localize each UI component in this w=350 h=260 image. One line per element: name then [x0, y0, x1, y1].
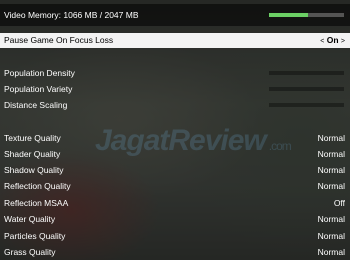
setting-texture-quality[interactable]: Texture Quality Normal — [0, 130, 350, 146]
setting-reflection-msaa[interactable]: Reflection MSAA Off — [0, 195, 350, 211]
setting-reflection-quality[interactable]: Reflection Quality Normal — [0, 178, 350, 194]
setting-value: Normal — [317, 231, 345, 241]
video-memory-meter — [269, 13, 344, 17]
setting-label: Distance Scaling — [4, 100, 68, 110]
video-memory-meter-fill — [269, 13, 309, 17]
setting-value-selector[interactable]: < On > — [320, 33, 345, 49]
arrow-right-icon[interactable]: > — [341, 38, 345, 45]
setting-label: Grass Quality — [4, 247, 56, 257]
setting-population-variety[interactable]: Population Variety — [0, 81, 350, 97]
setting-grass-quality[interactable]: Grass Quality Normal — [0, 244, 350, 260]
setting-label: Particles Quality — [4, 231, 66, 241]
setting-value: Normal — [317, 165, 345, 175]
video-memory-label: Video Memory: 1066 MB / 2047 MB — [4, 10, 139, 20]
video-memory-panel: Video Memory: 1066 MB / 2047 MB — [0, 4, 350, 26]
setting-label: Shader Quality — [4, 149, 61, 159]
setting-population-density[interactable]: Population Density — [0, 65, 350, 81]
setting-label: Reflection MSAA — [4, 198, 69, 208]
setting-distance-scaling[interactable]: Distance Scaling — [0, 97, 350, 113]
population-variety-slider[interactable] — [269, 87, 344, 91]
setting-label: Population Density — [4, 68, 75, 78]
setting-label: Pause Game On Focus Loss — [4, 35, 114, 45]
setting-label: Texture Quality — [4, 133, 61, 143]
setting-particles-quality[interactable]: Particles Quality Normal — [0, 228, 350, 244]
setting-label: Shadow Quality — [4, 165, 64, 175]
setting-pause-on-focus-loss[interactable]: Pause Game On Focus Loss < On > — [0, 33, 350, 48]
arrow-left-icon[interactable]: < — [320, 38, 324, 45]
setting-value: Normal — [317, 181, 345, 191]
setting-value: Off — [333, 198, 345, 208]
setting-value: Normal — [317, 247, 345, 257]
setting-label: Population Variety — [4, 84, 73, 94]
setting-value: Normal — [317, 214, 345, 224]
setting-value: On — [326, 35, 339, 45]
distance-scaling-slider[interactable] — [269, 103, 344, 107]
population-density-slider[interactable] — [269, 71, 344, 75]
setting-shader-quality[interactable]: Shader Quality Normal — [0, 146, 350, 162]
setting-water-quality[interactable]: Water Quality Normal — [0, 211, 350, 227]
setting-value: Normal — [317, 149, 345, 159]
graphics-settings-menu: Video Memory: 1066 MB / 2047 MB Pause Ga… — [0, 0, 350, 260]
setting-label: Reflection Quality — [4, 181, 71, 191]
setting-label: Water Quality — [4, 214, 56, 224]
setting-shadow-quality[interactable]: Shadow Quality Normal — [0, 162, 350, 178]
setting-value: Normal — [317, 133, 345, 143]
